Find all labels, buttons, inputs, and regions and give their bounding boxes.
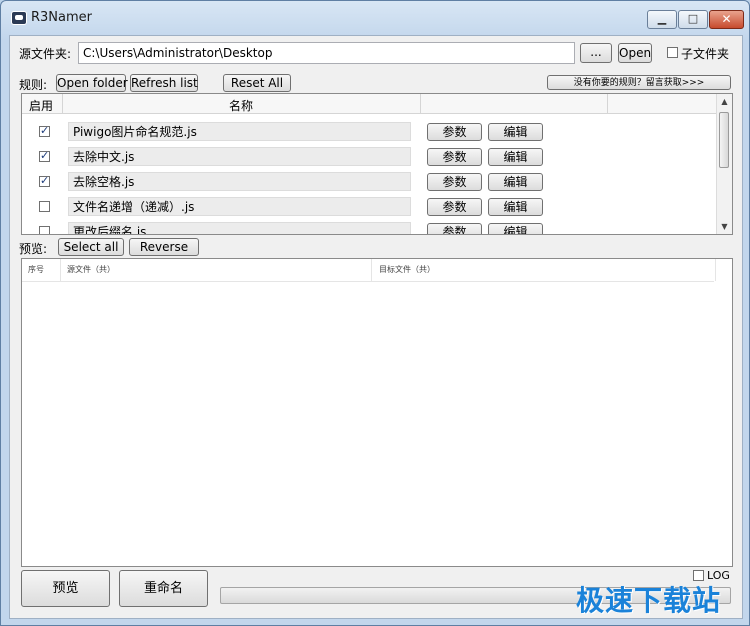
rule-edit-button[interactable]: 编辑 [488, 173, 543, 191]
rule-edit-button[interactable]: 编辑 [488, 123, 543, 141]
rule-row: 文件名递增（递减）.js 参数 编辑 [22, 194, 716, 219]
source-path-input[interactable]: C:\Users\Administrator\Desktop [78, 42, 575, 64]
rule-edit-button[interactable]: 编辑 [488, 148, 543, 166]
column-enabled[interactable]: 启用 [29, 97, 53, 114]
rule-name: 去除中文.js [68, 147, 411, 166]
column-name[interactable]: 名称 [229, 97, 253, 114]
rule-edit-button[interactable]: 编辑 [488, 198, 543, 216]
rule-param-button[interactable]: 参数 [427, 198, 482, 216]
scrollbar-thumb[interactable] [719, 112, 729, 168]
rule-name: 去除空格.js [68, 172, 411, 191]
open-button[interactable]: Open [618, 43, 652, 63]
rename-button[interactable]: 重命名 [119, 570, 208, 607]
select-all-button[interactable]: Select all [58, 238, 124, 256]
column-divider [62, 94, 63, 113]
rule-param-button[interactable]: 参数 [427, 173, 482, 191]
source-folder-label: 源文件夹: [19, 47, 72, 61]
window-title: R3Namer [31, 10, 93, 25]
rule-row: Piwigo图片命名规范.js 参数 编辑 [22, 119, 716, 144]
close-icon: ✕ [721, 12, 732, 26]
rule-row: 去除空格.js 参数 编辑 [22, 169, 716, 194]
rule-name: 文件名递增（递减）.js [68, 197, 411, 216]
client-area: 源文件夹: C:\Users\Administrator\Desktop ...… [9, 35, 743, 619]
rule-enabled-checkbox[interactable] [39, 124, 50, 137]
column-source-file[interactable]: 源文件（共） [67, 264, 115, 275]
column-divider [371, 259, 372, 281]
maximize-icon: □ [687, 12, 699, 25]
column-divider [420, 94, 421, 113]
rules-scrollbar[interactable]: ▲ ▼ [716, 94, 732, 234]
rule-name: Piwigo图片命名规范.js [68, 122, 411, 141]
rules-label: 规则: [19, 78, 48, 92]
subfolder-label: 子文件夹 [681, 47, 730, 61]
title-bar[interactable]: R3Namer ▁ □ ✕ [1, 1, 749, 35]
rule-row: 去除中文.js 参数 编辑 [22, 144, 716, 169]
subfolder-checkbox[interactable] [667, 47, 678, 58]
preview-list: 序号 源文件（共） 目标文件（共） [21, 258, 733, 567]
rules-list: 启用 名称 Piwigo图片命名规范.js 参数 编辑 去除中文.js 参数 编… [21, 93, 733, 235]
preview-scrollbar[interactable] [715, 259, 732, 281]
app-window: R3Namer ▁ □ ✕ 源文件夹: C:\Users\Administrat… [0, 0, 750, 626]
refresh-list-button[interactable]: Refresh list [130, 74, 198, 92]
preview-list-header: 序号 源文件（共） 目标文件（共） [22, 259, 714, 282]
scroll-down-icon[interactable]: ▼ [717, 222, 732, 231]
rule-param-button[interactable]: 参数 [427, 223, 482, 234]
reset-all-button[interactable]: Reset All [223, 74, 291, 92]
preview-label: 预览: [19, 242, 48, 256]
browse-button[interactable]: ... [580, 43, 612, 63]
minimize-button[interactable]: ▁ [647, 10, 677, 29]
rule-enabled-checkbox[interactable] [39, 226, 50, 234]
maximize-button[interactable]: □ [678, 10, 708, 29]
minimize-icon: ▁ [657, 12, 667, 25]
rule-name: 更改后缀名.js [68, 222, 411, 234]
column-index[interactable]: 序号 [28, 264, 44, 275]
rule-row: 更改后缀名.js 参数 编辑 [22, 219, 716, 234]
rule-enabled-checkbox[interactable] [39, 201, 50, 212]
rules-list-header: 启用 名称 [22, 94, 716, 114]
rule-edit-button[interactable]: 编辑 [488, 223, 543, 234]
column-target-file[interactable]: 目标文件（共） [379, 264, 435, 275]
rule-param-button[interactable]: 参数 [427, 148, 482, 166]
app-icon [11, 11, 27, 25]
column-divider [60, 259, 61, 281]
scroll-up-icon[interactable]: ▲ [717, 97, 732, 106]
preview-button[interactable]: 预览 [21, 570, 110, 607]
get-more-rules-button[interactable]: 没有你要的规则？留言获取>>> [547, 75, 731, 90]
column-divider [607, 94, 608, 113]
watermark-logo: 极速下载站 [576, 584, 722, 617]
reverse-button[interactable]: Reverse [129, 238, 199, 256]
rule-enabled-checkbox[interactable] [39, 149, 50, 162]
close-button[interactable]: ✕ [709, 10, 744, 29]
rule-param-button[interactable]: 参数 [427, 123, 482, 141]
rule-enabled-checkbox[interactable] [39, 174, 50, 187]
open-folder-button[interactable]: Open folder [56, 74, 128, 92]
